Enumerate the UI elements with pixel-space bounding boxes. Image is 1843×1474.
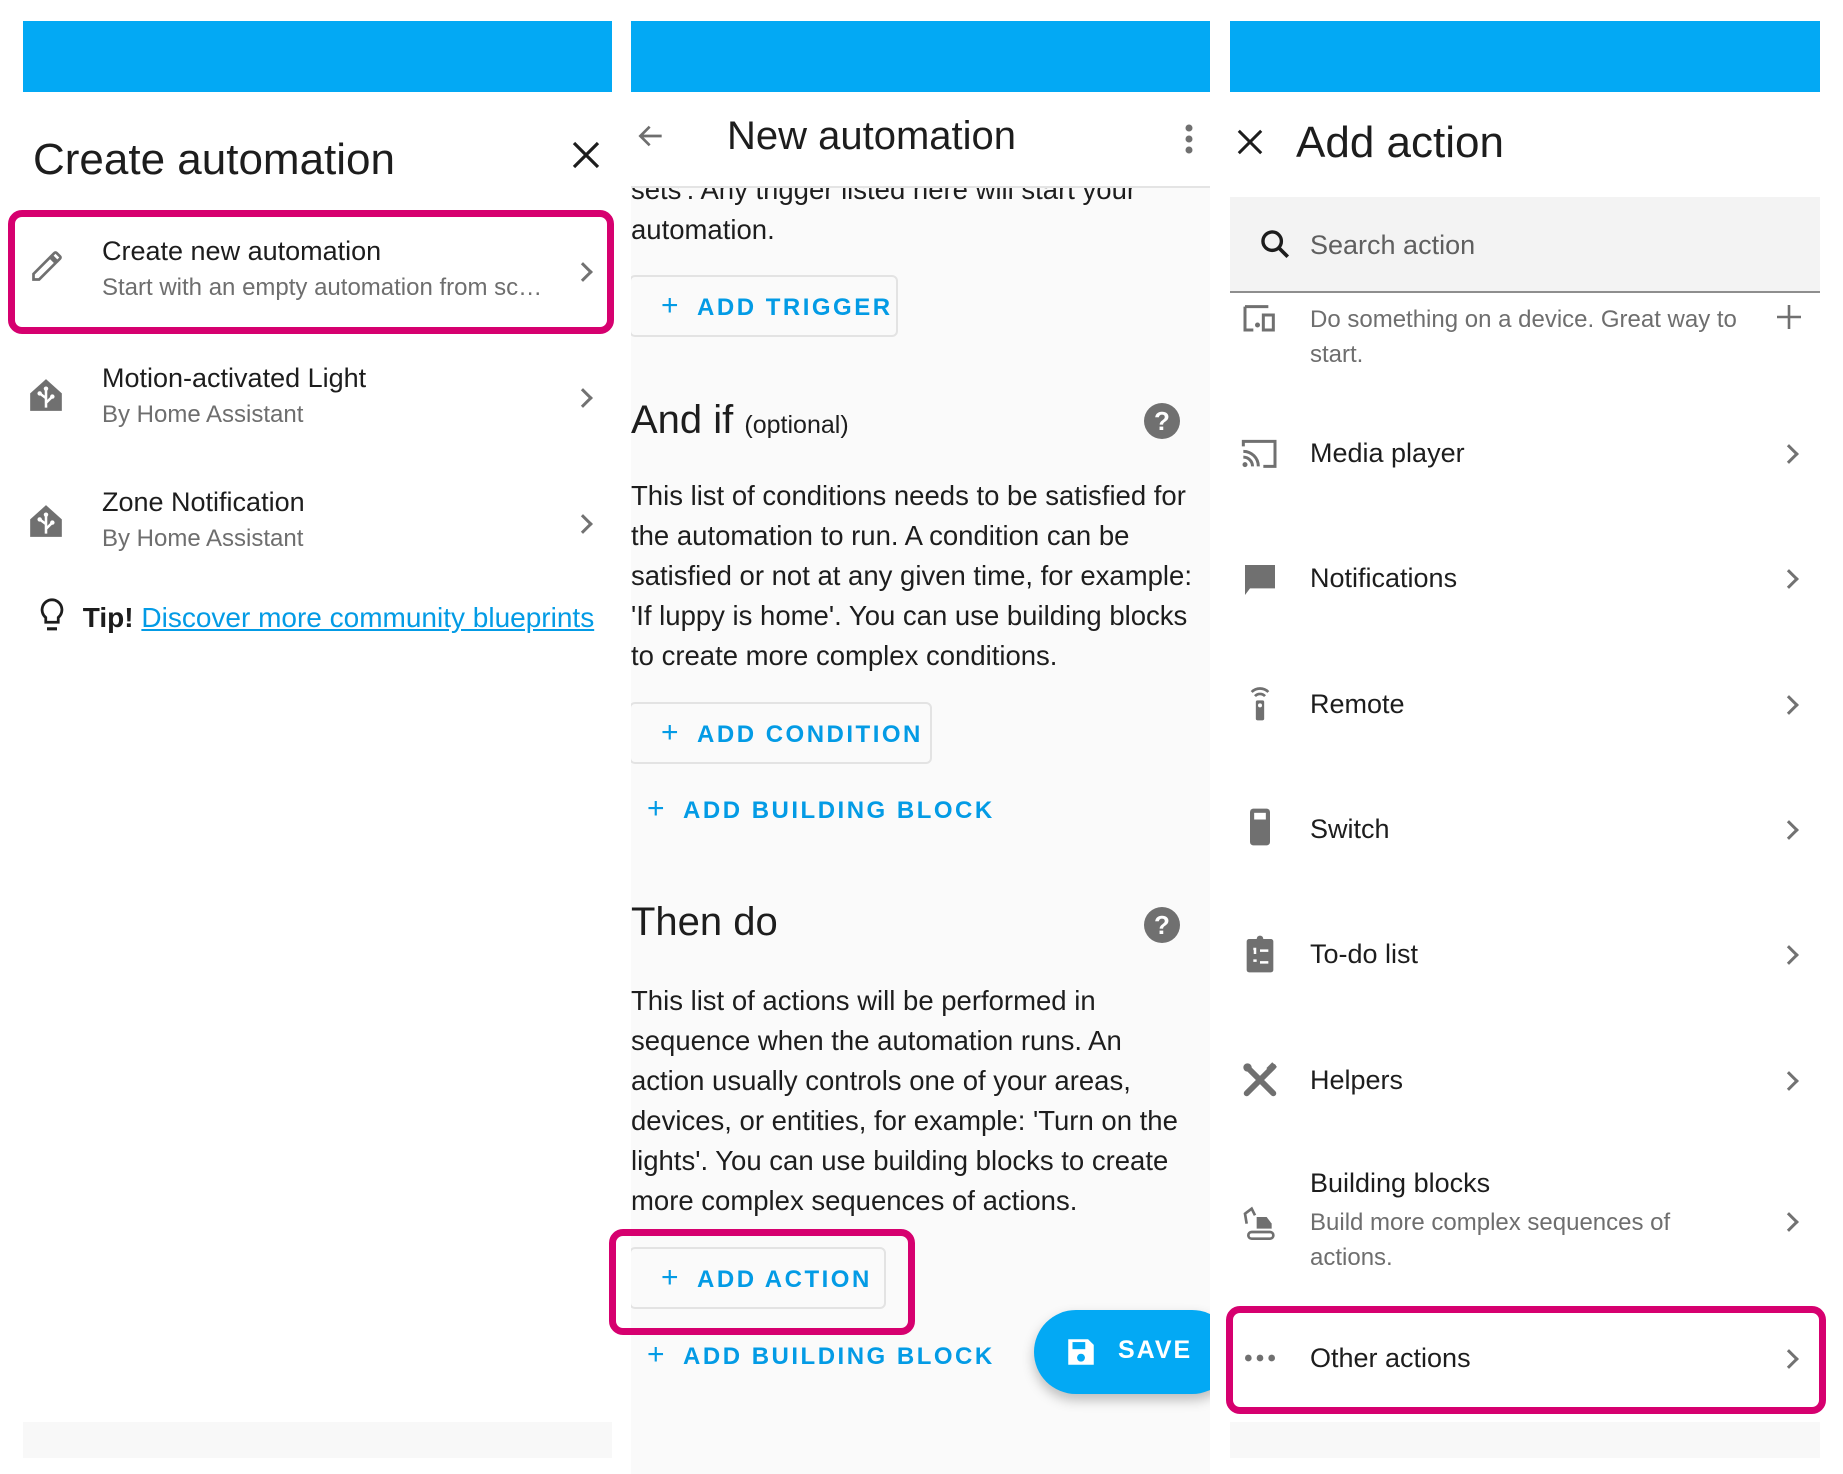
back-button[interactable] — [635, 120, 671, 156]
conditions-title: And if (optional) — [631, 398, 849, 442]
add-trigger-button[interactable]: + ADD TRIGGER — [631, 275, 898, 337]
cast-icon — [1241, 439, 1277, 468]
search-input[interactable] — [1310, 223, 1790, 267]
excavator-icon — [1243, 1206, 1275, 1240]
bottom-strip — [23, 1422, 612, 1458]
list-item-media-player[interactable]: Media player — [1230, 423, 1820, 483]
arrow-left-icon — [638, 125, 662, 147]
item-title: Motion-activated Light — [102, 363, 367, 393]
devices-icon — [1243, 305, 1275, 332]
trigger-description-end: automation. — [631, 214, 775, 245]
item-label: Remote — [1310, 689, 1405, 719]
save-label: SAVE — [1118, 1336, 1193, 1364]
actions-help-button[interactable]: ? — [1144, 907, 1180, 943]
list-item-device[interactable]: Do something on a device. Great way to st… — [1230, 296, 1820, 376]
list-item-switch[interactable]: Switch — [1230, 799, 1820, 859]
editor-toolbar: New automation — [631, 92, 1210, 188]
switch-icon — [1250, 808, 1270, 846]
chevron-right-icon — [1779, 1071, 1799, 1091]
item-title: Zone Notification — [102, 487, 305, 517]
plus-icon[interactable] — [1776, 304, 1802, 330]
app-header-bar — [1230, 21, 1820, 92]
chevron-right-icon — [573, 388, 593, 408]
home-assistant-blueprint-icon — [30, 379, 62, 411]
tools-icon — [1243, 1062, 1277, 1097]
chevron-right-icon — [573, 514, 593, 534]
item-label: To-do list — [1310, 939, 1419, 969]
overflow-menu-button[interactable] — [1181, 122, 1197, 158]
app-header-bar — [631, 21, 1210, 92]
chevron-right-icon — [1779, 569, 1799, 589]
chevron-right-icon — [1779, 444, 1799, 464]
close-button[interactable] — [571, 140, 601, 170]
item-label: Media player — [1310, 438, 1465, 468]
help-circle-icon: ? — [1154, 406, 1170, 436]
list-item-building-blocks[interactable]: Building blocks Build more complex seque… — [1230, 1160, 1820, 1280]
add-action-dialog: Add action Do something on a device. Gre… — [1230, 0, 1820, 1474]
item-subtitle: By Home Assistant — [102, 525, 304, 552]
item-subtitle: By Home Assistant — [102, 401, 304, 428]
list-item-helpers[interactable]: Helpers — [1230, 1050, 1820, 1110]
optional-label: (optional) — [744, 411, 849, 439]
device-description: Do something on a device. Great way to st… — [1310, 306, 1737, 368]
chevron-right-icon — [1779, 820, 1799, 840]
close-button[interactable] — [1236, 128, 1266, 158]
remote-icon — [1250, 687, 1270, 721]
item-label: Notifications — [1310, 563, 1458, 593]
community-blueprints-link[interactable]: Discover more community blueprints — [141, 602, 594, 633]
item-label: Helpers — [1310, 1065, 1404, 1095]
highlight-box — [8, 210, 614, 334]
chevron-right-icon — [1779, 695, 1799, 715]
app-header-bar — [23, 21, 612, 92]
list-item-notifications[interactable]: Notifications — [1230, 548, 1820, 608]
item-label: Switch — [1310, 814, 1390, 844]
list-item-motion-activated-light[interactable]: Motion-activated Light By Home Assistant — [23, 350, 612, 460]
message-icon — [1245, 565, 1275, 595]
clipboard-list-icon — [1246, 935, 1274, 973]
dialog-title: Create automation — [33, 135, 395, 184]
add-condition-button[interactable]: + ADD CONDITION — [631, 702, 932, 764]
conditions-help-button[interactable]: ? — [1144, 403, 1180, 439]
content-save-icon — [1068, 1339, 1094, 1365]
tip-row: Tip! Discover more community blueprints — [37, 597, 594, 635]
item-label: Building blocks — [1310, 1168, 1491, 1198]
bottom-strip — [1230, 1422, 1820, 1458]
help-circle-icon: ? — [1154, 910, 1170, 940]
dots-vertical-icon — [1185, 124, 1193, 154]
close-icon — [572, 141, 600, 169]
lightbulb-icon — [40, 598, 64, 631]
list-item-todo-list[interactable]: To-do list — [1230, 924, 1820, 984]
search-icon — [1261, 230, 1290, 259]
dialog-title: Add action — [1296, 118, 1504, 167]
list-item-zone-notification[interactable]: Zone Notification By Home Assistant — [23, 475, 612, 585]
chevron-right-icon — [1779, 945, 1799, 965]
close-icon — [1237, 129, 1263, 155]
add-condition-building-block-button[interactable]: + ADD BUILDING BLOCK — [647, 792, 995, 826]
tip-label: Tip! — [82, 602, 134, 633]
list-item-remote[interactable]: Remote — [1230, 674, 1820, 734]
search-field[interactable] — [1230, 197, 1820, 293]
editor-title: New automation — [727, 114, 1017, 158]
save-button[interactable]: SAVE — [1034, 1310, 1210, 1394]
chevron-right-icon — [1779, 1212, 1799, 1232]
highlight-box — [609, 1229, 915, 1335]
add-action-building-block-button[interactable]: + ADD BUILDING BLOCK — [647, 1338, 995, 1372]
actions-title: Then do — [631, 900, 778, 944]
item-subtitle: Build more complex sequences of actions. — [1310, 1209, 1671, 1271]
highlight-box — [1226, 1306, 1826, 1414]
home-assistant-blueprint-icon — [30, 505, 62, 537]
